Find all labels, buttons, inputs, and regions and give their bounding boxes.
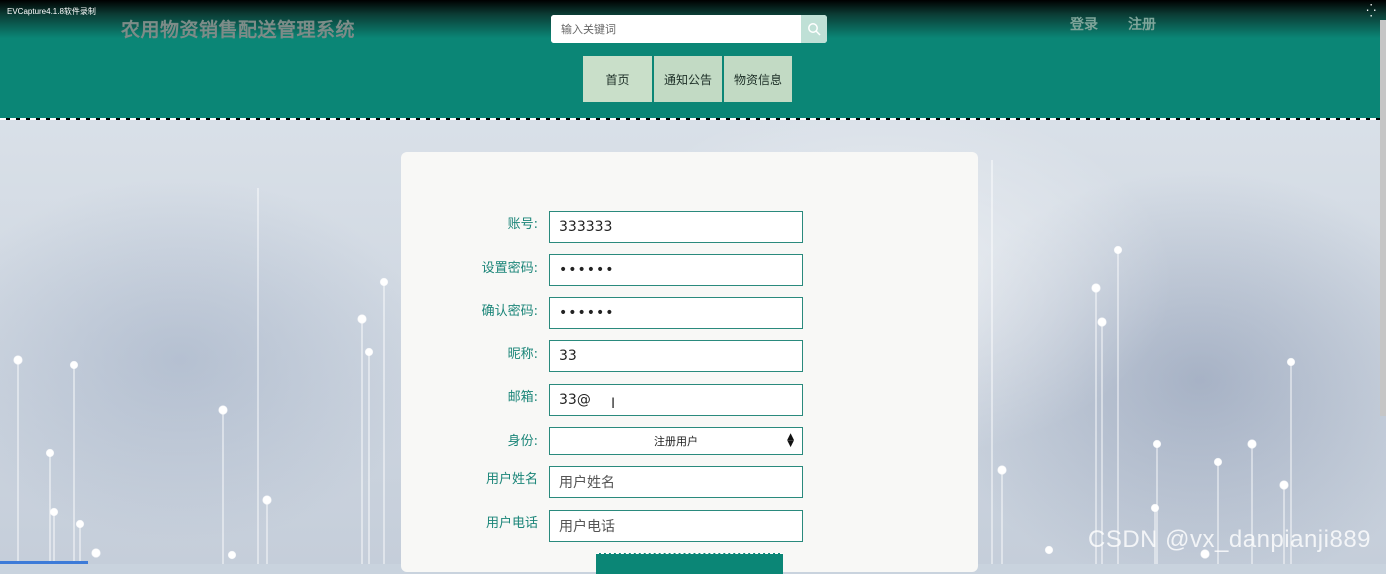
text-cursor-icon: I <box>611 396 616 412</box>
header-bar: 农用物资销售配送管理系统 登录 注册 首页 通知公告 物资信息 <box>0 0 1386 120</box>
role-select-value: 注册用户 <box>654 435 698 448</box>
phone-label: 用户电话 <box>485 516 538 531</box>
page-scrollbar[interactable] <box>1380 20 1386 416</box>
email-input[interactable]: 33@ <box>549 384 803 416</box>
confirm-password-input[interactable]: •••••• <box>549 297 803 329</box>
login-link[interactable]: 登录 <box>1070 14 1098 34</box>
real-name-label: 用户姓名 <box>485 472 538 487</box>
password-input[interactable]: •••••• <box>549 254 803 286</box>
csdn-watermark: CSDN @vx_danpianji889 <box>1088 526 1372 553</box>
search-input[interactable] <box>551 15 797 43</box>
register-link[interactable]: 注册 <box>1128 14 1156 34</box>
confirm-password-label: 确认密码: <box>481 304 538 319</box>
nav-notices[interactable]: 通知公告 <box>654 56 722 102</box>
register-form-card: 账号: 333333 设置密码: •••••• 确认密码: •••••• 昵称:… <box>401 152 978 574</box>
email-label: 邮箱: <box>507 390 538 405</box>
role-label: 身份: <box>507 434 538 449</box>
nickname-label: 昵称: <box>507 347 538 362</box>
role-select[interactable]: 注册用户 ▲ ▼ <box>549 427 803 455</box>
grid-icon[interactable]: ⁛ <box>1366 4 1376 18</box>
account-label: 账号: <box>507 217 538 232</box>
password-label: 设置密码: <box>481 261 538 276</box>
search-button[interactable] <box>801 15 827 43</box>
real-name-input[interactable]: 用户姓名 <box>549 466 803 498</box>
search-icon <box>808 23 821 36</box>
phone-input[interactable]: 用户电话 <box>549 510 803 542</box>
search-box <box>551 15 827 43</box>
main-nav: 首页 通知公告 物资信息 <box>583 56 792 102</box>
select-arrows-icon: ▲ ▼ <box>787 432 794 449</box>
nav-home[interactable]: 首页 <box>583 56 652 102</box>
capture-label: EVCapture4.1.8软件录制 <box>7 7 96 16</box>
account-input[interactable]: 333333 <box>549 211 803 243</box>
nickname-input[interactable]: 33 <box>549 340 803 372</box>
site-title: 农用物资销售配送管理系统 <box>121 19 356 41</box>
nav-materials[interactable]: 物资信息 <box>724 56 792 102</box>
